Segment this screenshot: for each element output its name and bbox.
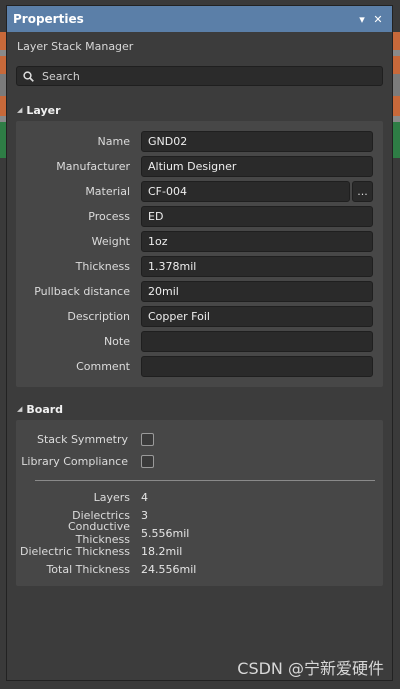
stat-row-total-thickness: Total Thickness 24.556mil (16, 560, 383, 578)
check-row-library-compliance: Library Compliance (16, 450, 383, 472)
stat-value: 3 (141, 508, 148, 522)
field-row-name: Name GND02 (16, 129, 383, 154)
description-field[interactable]: Copper Foil (141, 306, 373, 327)
field-row-comment: Comment (16, 354, 383, 379)
stat-label: Conductive Thickness (67, 520, 130, 546)
field-label: Note (103, 335, 130, 348)
weight-field[interactable]: 1oz (141, 231, 373, 252)
dropdown-arrow-icon[interactable]: ▾ (354, 13, 370, 26)
search-icon (23, 70, 34, 82)
stat-value: 4 (141, 490, 148, 504)
divider (35, 480, 375, 481)
stat-label: Layers (93, 490, 130, 504)
field-label: Process (88, 210, 130, 223)
field-label: Pullback distance (34, 285, 130, 298)
stat-label: Dielectric Thickness (20, 544, 130, 558)
properties-panel: Properties ▾ ✕ Layer Stack Manager ◢ Lay… (6, 5, 393, 681)
layer-section: Name GND02 Manufacturer Altium Designer … (16, 121, 383, 387)
stack-symmetry-checkbox[interactable] (141, 432, 154, 446)
field-label: Manufacturer (56, 160, 130, 173)
field-row-material: Material CF-004 ... (16, 179, 383, 204)
check-label: Library Compliance (21, 454, 128, 468)
material-browse-button[interactable]: ... (352, 181, 373, 202)
panel-title: Properties (13, 12, 84, 26)
stat-value: 18.2mil (141, 544, 183, 558)
stat-row-layers: Layers 4 (16, 488, 383, 506)
field-row-process: Process ED (16, 204, 383, 229)
panel-titlebar[interactable]: Properties ▾ ✕ (7, 6, 392, 32)
search-input[interactable] (40, 68, 344, 84)
panel-subtitle: Layer Stack Manager (17, 40, 134, 53)
field-label: Thickness (75, 260, 130, 273)
stat-value: 24.556mil (141, 562, 197, 576)
collapse-triangle-icon: ◢ (17, 106, 23, 114)
check-label: Stack Symmetry (37, 432, 128, 446)
field-label: Comment (76, 360, 130, 373)
board-section: Stack Symmetry Library Compliance Layers… (16, 420, 383, 586)
layer-section-title: Layer (26, 103, 61, 117)
board-section-header[interactable]: ◢ Board (7, 400, 392, 418)
board-section-title: Board (26, 402, 64, 416)
field-label: Description (67, 310, 130, 323)
field-row-pullback: Pullback distance 20mil (16, 279, 383, 304)
field-row-thickness: Thickness 1.378mil (16, 254, 383, 279)
stat-row-dielectric-thickness: Dielectric Thickness 18.2mil (16, 542, 383, 560)
field-label: Name (97, 135, 130, 148)
manufacturer-field[interactable]: Altium Designer (141, 156, 373, 177)
stat-value: 5.556mil (141, 526, 190, 540)
note-field[interactable] (141, 331, 373, 352)
field-row-description: Description Copper Foil (16, 304, 383, 329)
comment-field[interactable] (141, 356, 373, 377)
search-box[interactable] (16, 66, 383, 86)
name-field[interactable]: GND02 (141, 131, 373, 152)
field-label: Weight (91, 235, 130, 248)
field-row-note: Note (16, 329, 383, 354)
field-label: Material (85, 185, 130, 198)
field-row-weight: Weight 1oz (16, 229, 383, 254)
collapse-triangle-icon: ◢ (17, 405, 23, 413)
watermark-text: CSDN @宁新爱硬件 (237, 659, 384, 678)
layer-section-header[interactable]: ◢ Layer (7, 101, 392, 119)
library-compliance-checkbox[interactable] (141, 454, 154, 468)
field-row-manufacturer: Manufacturer Altium Designer (16, 154, 383, 179)
close-icon[interactable]: ✕ (370, 13, 386, 26)
pullback-distance-field[interactable]: 20mil (141, 281, 373, 302)
stat-label: Total Thickness (46, 562, 130, 576)
material-field[interactable]: CF-004 (141, 181, 350, 202)
check-row-stack-symmetry: Stack Symmetry (16, 428, 383, 450)
thickness-field[interactable]: 1.378mil (141, 256, 373, 277)
stat-row-conductive-thickness: Conductive Thickness 5.556mil (16, 520, 383, 546)
process-field[interactable]: ED (141, 206, 373, 227)
